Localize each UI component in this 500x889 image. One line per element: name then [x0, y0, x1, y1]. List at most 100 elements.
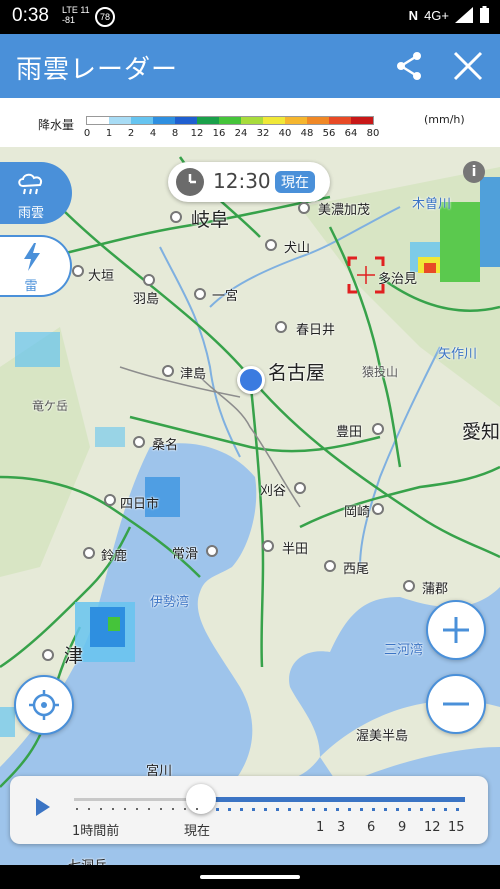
time-indicator[interactable]: 12:30 現在	[168, 162, 330, 202]
timeline-tick	[124, 808, 126, 810]
place-tsu: 津	[64, 645, 84, 667]
timeline-label-one-hour-ago: 1時間前	[72, 824, 120, 839]
info-icon[interactable]: i	[463, 161, 485, 183]
timeline-future-track[interactable]	[200, 797, 465, 802]
legend-color-swatch	[175, 117, 197, 124]
legend-color-swatch	[153, 117, 175, 124]
timeline-tick	[240, 808, 243, 811]
system-nav-bar	[0, 865, 500, 889]
place-gamagori: 蒲郡	[422, 582, 449, 597]
legend-tick-label: 24	[234, 128, 248, 139]
map-marker	[72, 265, 84, 277]
legend-tick-label: 48	[300, 128, 314, 139]
timeline-tick	[184, 808, 186, 810]
close-icon[interactable]	[450, 48, 486, 84]
timeline-tick	[444, 808, 447, 811]
map-marker	[194, 288, 206, 300]
home-gesture-bar[interactable]	[200, 875, 300, 879]
timeline-tick	[312, 808, 315, 811]
timeline-tick	[264, 808, 267, 811]
place-okazaki: 岡崎	[344, 505, 371, 520]
map-marker	[262, 540, 274, 552]
status-right-icons: N 4G+	[409, 6, 490, 24]
place-ryugatake: 竜ケ岳	[32, 399, 69, 413]
map-marker	[42, 649, 54, 661]
zoom-in-button[interactable]	[426, 600, 486, 660]
timeline-tick	[276, 808, 279, 811]
legend-tick-label: 1	[105, 128, 113, 139]
legend-tick-label: 4	[149, 128, 157, 139]
thunder-button[interactable]: 雷	[0, 235, 72, 297]
place-ichinomiya: 一宮	[212, 289, 239, 304]
place-suzuka: 鈴鹿	[101, 549, 128, 564]
place-kariya: 刈谷	[260, 484, 287, 499]
timeline-tick	[112, 808, 114, 810]
legend-color-swatch	[87, 117, 109, 124]
place-nishio: 西尾	[343, 562, 370, 577]
place-atsumi: 渥美半島	[356, 729, 409, 744]
map-marker	[372, 503, 384, 515]
page-title: 雨雲レーダー	[16, 55, 179, 85]
lightning-icon	[24, 243, 40, 271]
legend-color-bar	[86, 116, 374, 125]
timeline-tick	[336, 808, 339, 811]
legend-tick-label: 40	[278, 128, 292, 139]
timeline-slider-thumb[interactable]	[186, 784, 216, 814]
legend-tick-label: 2	[127, 128, 135, 139]
timeline-label-9: 9	[398, 820, 407, 835]
map-base	[0, 147, 500, 865]
timeline-tick	[148, 808, 150, 810]
legend-color-swatch	[285, 117, 307, 124]
crosshair-icon	[29, 690, 59, 720]
place-mikawawan: 三河湾	[384, 643, 424, 658]
legend-color-swatch	[307, 117, 329, 124]
legend-color-swatch	[131, 117, 153, 124]
legend-tick-label: 16	[212, 128, 226, 139]
timeline-label-15: 15	[448, 820, 465, 835]
timeline-tick	[420, 808, 423, 811]
place-tokoname: 常滑	[172, 547, 199, 562]
radar-map[interactable]: 12:30 現在 雨雲 雷 i 岐阜 美濃加茂 犬山 大垣 羽島 一宮 多治見 …	[0, 147, 500, 865]
timeline-tick	[196, 808, 198, 810]
timeline-tick	[360, 808, 363, 811]
timeline-tick	[100, 808, 102, 810]
status-bar: 0:38 LTE 11 -81 78 N 4G+	[0, 0, 500, 34]
battery-icon	[480, 6, 489, 23]
timeline-label-12: 12	[424, 820, 441, 835]
timeline-tick	[408, 808, 411, 811]
precipitation-legend: 降水量 0 1 2 4 8 12 16 24 32 40 48 56 64 80 (mm/h)	[0, 98, 500, 147]
minus-icon	[443, 702, 469, 706]
target-marker[interactable]	[347, 256, 385, 294]
timeline-tick	[384, 808, 387, 811]
timeline-tick	[76, 808, 78, 810]
share-icon[interactable]	[392, 48, 428, 84]
timeline-past-track[interactable]	[74, 798, 200, 801]
legend-tick-label: 0	[83, 128, 91, 139]
timeline-tick	[300, 808, 303, 811]
map-marker	[324, 560, 336, 572]
now-badge: 現在	[275, 171, 315, 193]
legend-tick-label: 56	[322, 128, 336, 139]
place-isewan: 伊勢湾	[150, 595, 190, 610]
app-header: 雨雲レーダー	[0, 34, 500, 98]
legend-color-swatch	[351, 117, 373, 124]
timeline-tick	[396, 808, 399, 811]
timeline-tick	[288, 808, 291, 811]
map-marker	[133, 436, 145, 448]
map-marker	[104, 494, 116, 506]
place-kasugai: 春日井	[296, 323, 336, 338]
timeline-tick	[372, 808, 375, 811]
legend-ticks: 0 1 2 4 8 12 16 24 32 40 48 56 64 80	[78, 128, 418, 140]
rain-cloud-button[interactable]: 雨雲	[0, 162, 72, 224]
current-location-marker	[237, 366, 265, 394]
place-shimoshiro: 七洞兵	[68, 855, 107, 865]
locate-me-button[interactable]	[14, 675, 74, 735]
play-icon[interactable]	[36, 798, 50, 816]
place-sanageyama: 猿投山	[362, 365, 399, 379]
timeline-tick	[88, 808, 90, 810]
place-inuyama: 犬山	[284, 241, 311, 256]
legend-color-swatch	[109, 117, 131, 124]
timeline-tick	[228, 808, 231, 811]
zoom-out-button[interactable]	[426, 674, 486, 734]
place-toyota: 豊田	[336, 425, 363, 440]
